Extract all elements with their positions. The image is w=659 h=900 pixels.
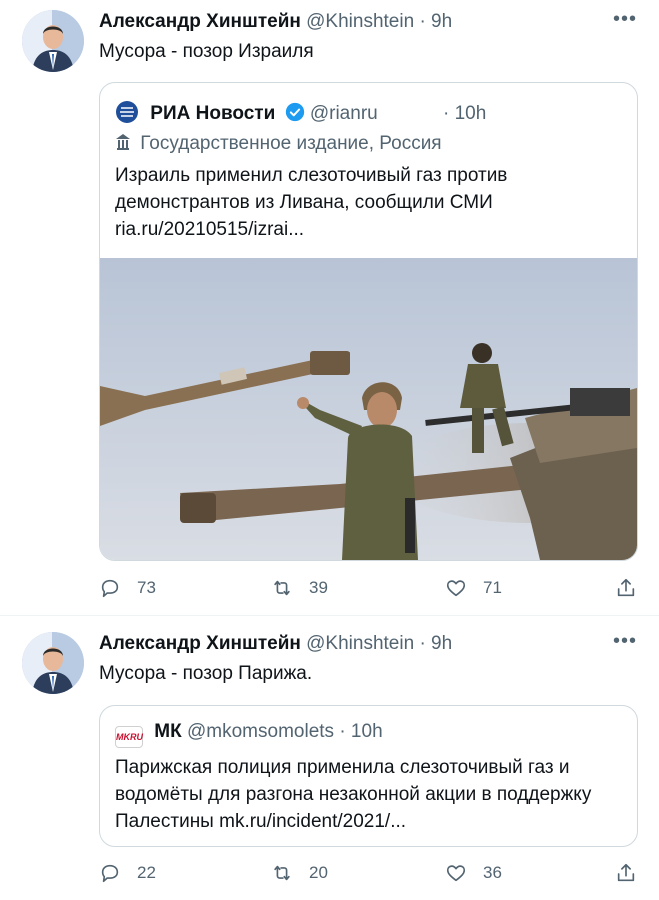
more-options-icon[interactable]: ••• [613, 630, 637, 653]
quote-header: MKRU МК @mkomsomolets · 10h [115, 721, 383, 748]
state-media-text: Государственное издание, Россия [140, 133, 442, 154]
ria-logo-icon [115, 100, 139, 130]
photo-soldiers-tanks [100, 258, 637, 560]
quote-text: Израиль применил слезоточивый газ против… [115, 165, 508, 240]
quote-author-name[interactable]: МК [154, 721, 181, 742]
tweet-time[interactable]: · 9h [419, 11, 452, 32]
quote-header: РИА Новости @rianru · 10h [115, 100, 486, 130]
state-media-icon [115, 133, 131, 157]
retweet-count: 20 [309, 863, 328, 882]
avatar[interactable] [22, 10, 84, 72]
author-handle[interactable]: @Khinshtein [306, 11, 414, 32]
retweet-icon [271, 862, 293, 884]
like-button[interactable]: 36 [445, 862, 502, 884]
tweet-header: Александр Хинштейн @Khinshtein · 9h [99, 11, 452, 33]
tweet-header: Александр Хинштейн @Khinshtein · 9h [99, 633, 452, 655]
tweet-time[interactable]: · 9h [419, 633, 452, 654]
retweet-button[interactable]: 20 [271, 862, 328, 884]
like-icon [445, 577, 467, 599]
quote-time[interactable]: · 10h [443, 103, 486, 124]
quote-author-handle[interactable]: @rianru [310, 103, 378, 124]
like-count: 71 [483, 578, 502, 597]
avatar[interactable] [22, 632, 84, 694]
tweet-divider [0, 615, 659, 616]
reply-icon [99, 862, 121, 884]
verified-badge-icon [285, 102, 305, 128]
reply-icon [99, 577, 121, 599]
share-icon [615, 862, 637, 884]
retweet-icon [271, 577, 293, 599]
quote-author-name[interactable]: РИА Новости [150, 103, 275, 124]
like-icon [445, 862, 467, 884]
reply-count: 73 [137, 578, 156, 597]
quoted-tweet[interactable]: MKRU МК @mkomsomolets · 10h Парижская по… [99, 705, 638, 847]
more-options-icon[interactable]: ••• [613, 8, 637, 31]
share-icon [615, 577, 637, 599]
quote-media-image[interactable] [100, 258, 637, 560]
tweet-text: Мусора - позор Парижа. [99, 663, 313, 684]
tweet-text: Мусора - позор Израиля [99, 41, 314, 62]
mk-logo-icon: MKRU [115, 726, 143, 748]
author-name[interactable]: Александр Хинштейн [99, 11, 301, 32]
quoted-tweet[interactable]: РИА Новости @rianru · 10h Государственно… [99, 82, 638, 561]
tweet[interactable]: Александр Хинштейн @Khinshtein · 9h ••• … [0, 0, 659, 615]
like-button[interactable]: 71 [445, 577, 502, 599]
quote-text: Парижская полиция применила слезоточивый… [115, 757, 592, 832]
retweet-count: 39 [309, 578, 328, 597]
quote-author-handle[interactable]: @mkomsomolets [187, 721, 334, 742]
author-handle[interactable]: @Khinshtein [306, 633, 414, 654]
reply-button[interactable]: 22 [99, 862, 156, 884]
reply-count: 22 [137, 863, 156, 882]
share-button[interactable] [615, 862, 637, 884]
state-media-label[interactable]: Государственное издание, Россия [115, 133, 442, 157]
tweet[interactable]: Александр Хинштейн @Khinshtein · 9h ••• … [0, 622, 659, 900]
share-button[interactable] [615, 577, 637, 599]
reply-button[interactable]: 73 [99, 577, 156, 599]
quote-time[interactable]: · 10h [339, 721, 382, 742]
author-name[interactable]: Александр Хинштейн [99, 633, 301, 654]
retweet-button[interactable]: 39 [271, 577, 328, 599]
like-count: 36 [483, 863, 502, 882]
